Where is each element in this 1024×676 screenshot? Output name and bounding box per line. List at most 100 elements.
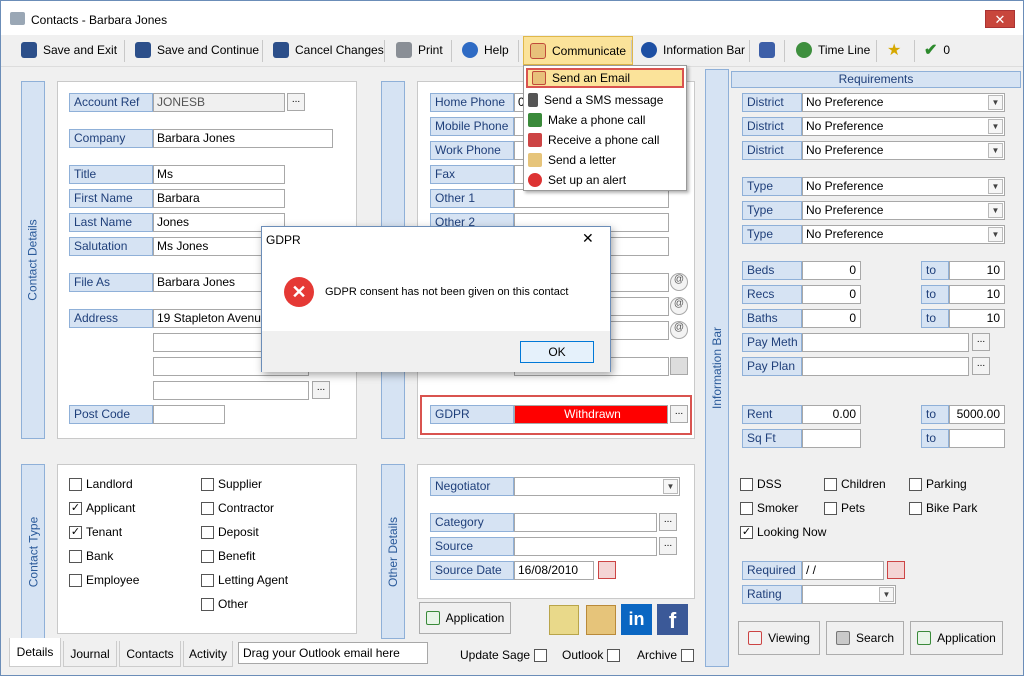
outlook-drop-area[interactable]: Drag your Outlook email here xyxy=(238,642,428,664)
cancel-changes-button[interactable]: Cancel Changes xyxy=(273,35,384,65)
sq-ft-to-field[interactable] xyxy=(949,429,1005,448)
contact-type-checkbox[interactable]: Deposit xyxy=(201,525,259,539)
category-field[interactable] xyxy=(514,513,657,532)
children-checkbox[interactable]: Children xyxy=(824,477,886,491)
communicate-button[interactable]: Communicate xyxy=(523,36,634,65)
contact-type-checkbox[interactable]: Landlord xyxy=(69,477,133,491)
dialog-close-button[interactable]: ✕ xyxy=(582,230,594,247)
title-field[interactable]: Ms xyxy=(153,165,285,184)
district-select[interactable]: No Preference ▼ xyxy=(802,141,1005,160)
source-browse-button[interactable]: ... xyxy=(659,537,677,555)
calendar-icon[interactable] xyxy=(887,561,905,579)
contact-type-side-tab[interactable]: Contact Type xyxy=(21,464,45,639)
baths-from-field[interactable]: 0 xyxy=(802,309,861,328)
contact-details-side-tab[interactable]: Contact Details xyxy=(21,81,45,439)
gdpr-status-field[interactable]: Withdrawn xyxy=(514,405,668,424)
type-select[interactable]: No Preference ▼ xyxy=(802,201,1005,220)
viewing-button[interactable]: Viewing xyxy=(738,621,820,655)
calendar-icon[interactable] xyxy=(598,561,616,579)
save-exit-button[interactable]: Save and Exit xyxy=(21,35,117,65)
category-browse-button[interactable]: ... xyxy=(659,513,677,531)
contact-type-checkbox[interactable]: Employee xyxy=(69,573,139,587)
globe-icon[interactable] xyxy=(670,357,688,375)
contact-type-checkbox[interactable]: Other xyxy=(201,597,248,611)
save-continue-button[interactable]: Save and Continue xyxy=(135,35,259,65)
first-name-field[interactable]: Barbara xyxy=(153,189,285,208)
search-button[interactable]: Search xyxy=(826,621,904,655)
contact-type-checkbox[interactable]: Benefit xyxy=(201,549,255,563)
contact-type-checkbox[interactable]: ✓ Applicant xyxy=(69,501,135,515)
bike-park-checkbox[interactable]: Bike Park xyxy=(909,501,977,515)
calendar-button[interactable] xyxy=(759,35,775,65)
recs-to-field[interactable]: 10 xyxy=(949,285,1005,304)
source-field[interactable] xyxy=(514,537,657,556)
print-button[interactable]: Print xyxy=(396,35,443,65)
outlook-checkbox[interactable]: Outlook xyxy=(562,648,621,662)
dss-checkbox[interactable]: DSS xyxy=(740,477,782,491)
menu-item-send-letter[interactable]: Send a letter xyxy=(524,150,684,170)
menu-item-receive-call[interactable]: Receive a phone call xyxy=(524,130,684,150)
map-icon[interactable] xyxy=(549,605,579,635)
baths-to-field[interactable]: 10 xyxy=(949,309,1005,328)
company-field[interactable]: Barbara Jones xyxy=(153,129,333,148)
time-line-button[interactable]: Time Line xyxy=(796,35,870,65)
application-button-right[interactable]: Application xyxy=(910,621,1003,655)
ok-button[interactable]: OK xyxy=(520,341,594,363)
information-bar-button[interactable]: Information Bar xyxy=(641,35,745,65)
parking-checkbox[interactable]: Parking xyxy=(909,477,967,491)
sq-ft-from-field[interactable] xyxy=(802,429,861,448)
tab-activity[interactable]: Activity xyxy=(183,641,233,667)
type-select[interactable]: No Preference ▼ xyxy=(802,177,1005,196)
beds-to-field[interactable]: 10 xyxy=(949,261,1005,280)
email1-at-icon[interactable]: @ xyxy=(670,273,688,291)
pay-plan-browse-button[interactable]: ... xyxy=(972,357,990,375)
pay-meth-browse-button[interactable]: ... xyxy=(972,333,990,351)
archive-checkbox[interactable]: Archive xyxy=(637,648,695,662)
looking-now-checkbox[interactable]: ✓ Looking Now xyxy=(740,525,826,539)
contact-type-checkbox[interactable]: Bank xyxy=(69,549,113,563)
pay-meth-field[interactable] xyxy=(802,333,969,352)
menu-item-send-email[interactable]: Send an Email xyxy=(526,68,684,88)
tasks-button[interactable]: ✔ 0 xyxy=(924,35,950,65)
help-button[interactable]: Help xyxy=(462,35,509,65)
update-sage-checkbox[interactable]: Update Sage xyxy=(460,648,548,662)
account-ref-browse-button[interactable]: ... xyxy=(287,93,305,111)
recs-from-field[interactable]: 0 xyxy=(802,285,861,304)
tab-contacts[interactable]: Contacts xyxy=(119,641,181,667)
other1-field[interactable] xyxy=(514,189,669,208)
account-ref-field[interactable]: JONESB xyxy=(153,93,285,112)
contact-type-checkbox[interactable]: Supplier xyxy=(201,477,262,491)
pets-checkbox[interactable]: Pets xyxy=(824,501,865,515)
source-date-field[interactable]: 16/08/2010 xyxy=(514,561,594,580)
application-button-left[interactable]: Application xyxy=(419,602,511,634)
email2-at-icon[interactable]: @ xyxy=(670,297,688,315)
favourite-button[interactable]: ★ xyxy=(887,35,901,65)
menu-item-send-sms[interactable]: Send a SMS message xyxy=(524,90,684,110)
other-details-side-tab[interactable]: Other Details xyxy=(381,464,405,639)
contact-type-checkbox[interactable]: Letting Agent xyxy=(201,573,288,587)
district-select[interactable]: No Preference ▼ xyxy=(802,117,1005,136)
menu-item-set-alert[interactable]: Set up an alert xyxy=(524,170,684,190)
district-select[interactable]: No Preference ▼ xyxy=(802,93,1005,112)
address-browse-button[interactable]: ... xyxy=(312,381,330,399)
map-pin-icon[interactable] xyxy=(586,605,616,635)
rating-select[interactable]: ▼ xyxy=(802,585,896,604)
contact-type-checkbox[interactable]: Contractor xyxy=(201,501,274,515)
information-bar-side-tab[interactable]: Information Bar xyxy=(705,69,729,667)
email3-at-icon[interactable]: @ xyxy=(670,321,688,339)
negotiator-select[interactable]: ▼ xyxy=(514,477,680,496)
type-select[interactable]: No Preference ▼ xyxy=(802,225,1005,244)
contact-type-checkbox[interactable]: ✓ Tenant xyxy=(69,525,122,539)
rent-from-field[interactable]: 0.00 xyxy=(802,405,861,424)
pay-plan-field[interactable] xyxy=(802,357,969,376)
menu-item-make-call[interactable]: Make a phone call xyxy=(524,110,684,130)
tab-journal[interactable]: Journal xyxy=(63,641,117,667)
post-code-field[interactable] xyxy=(153,405,225,424)
address-line4-field[interactable] xyxy=(153,381,309,400)
linkedin-icon[interactable]: in xyxy=(621,604,652,635)
facebook-icon[interactable]: f xyxy=(657,604,688,635)
rent-to-field[interactable]: 5000.00 xyxy=(949,405,1005,424)
required-date-field[interactable]: / / xyxy=(802,561,884,580)
tab-details[interactable]: Details xyxy=(9,638,61,667)
smoker-checkbox[interactable]: Smoker xyxy=(740,501,798,515)
